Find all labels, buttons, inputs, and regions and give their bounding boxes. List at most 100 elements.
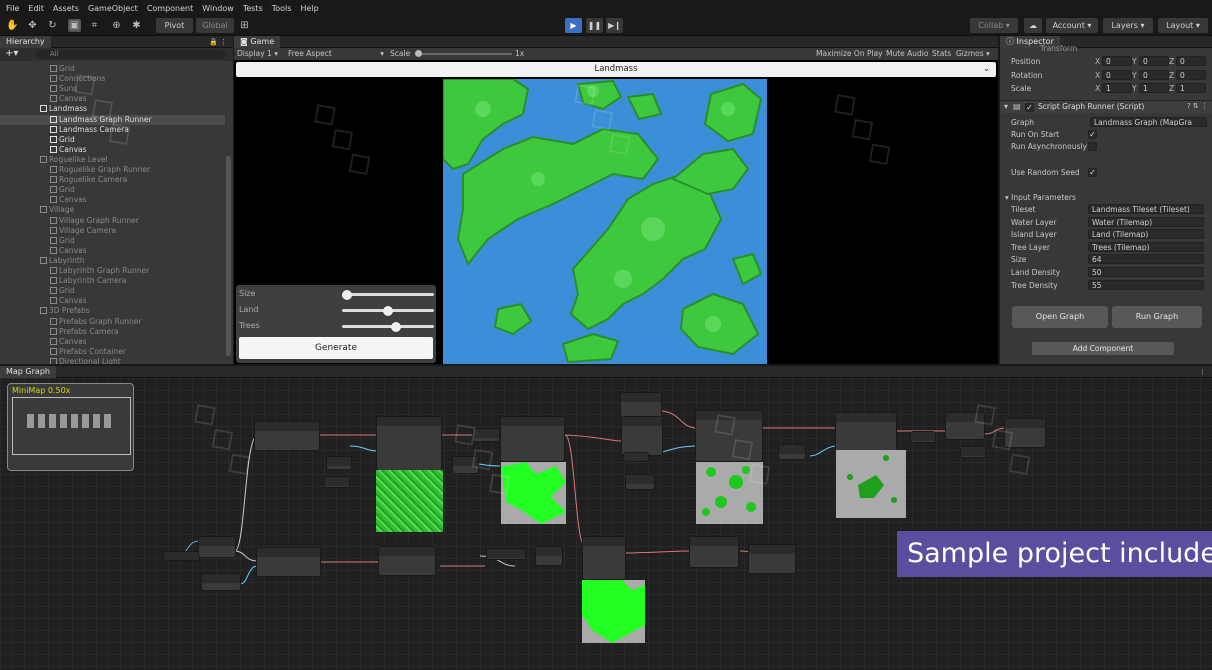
stats-toggle[interactable]: Stats — [932, 48, 951, 60]
add-component-button[interactable]: Add Component — [1032, 342, 1174, 355]
menu-file[interactable]: File — [6, 4, 19, 13]
param-field[interactable]: 64 — [1088, 254, 1204, 265]
graph-node[interactable] — [960, 446, 986, 458]
component-enabled-checkbox[interactable]: ✓ — [1025, 103, 1034, 112]
map-graph-panel[interactable]: Map Graph ⋮ MiniMap 0.50x Sample project… — [0, 366, 1212, 670]
param-field[interactable]: Land (Tilemap) — [1088, 229, 1204, 240]
custom-tool-icon[interactable]: ✱ — [130, 19, 143, 32]
pause-button[interactable]: ❚❚ — [586, 18, 603, 33]
hierarchy-item[interactable]: Roguelike Camera — [0, 175, 225, 185]
grid-snap-icon[interactable]: ⊞ — [238, 19, 251, 32]
slider-track[interactable] — [342, 289, 434, 300]
hierarchy-item[interactable]: Grid — [0, 286, 225, 296]
hierarchy-item[interactable]: Canvas — [0, 337, 225, 347]
hierarchy-item[interactable]: Roguelike Graph Runner — [0, 165, 225, 175]
tab-game[interactable]: ◙ Game — [234, 36, 281, 48]
graph-node[interactable] — [163, 551, 200, 561]
menu-assets[interactable]: Assets — [53, 4, 79, 13]
param-field[interactable]: 50 — [1088, 267, 1204, 277]
scale-z-field[interactable]: 1 — [1176, 83, 1206, 93]
hierarchy-item[interactable]: Suns — [0, 84, 225, 94]
rotation-x-field[interactable]: 0 — [1102, 69, 1132, 80]
hierarchy-item[interactable]: Grid — [0, 135, 225, 145]
graph-node[interactable] — [486, 548, 526, 560]
graph-field[interactable]: Landmass Graph (MapGra — [1090, 117, 1207, 127]
hierarchy-item[interactable]: Grid — [0, 236, 225, 246]
param-field[interactable]: Water (Tilemap) — [1088, 216, 1204, 227]
graph-node[interactable] — [254, 421, 320, 451]
hierarchy-item[interactable]: Prefabs Graph Runner — [0, 317, 225, 327]
add-icon[interactable]: +▾ — [5, 48, 18, 59]
scale-slider-thumb[interactable] — [415, 50, 422, 57]
graph-node[interactable] — [324, 476, 350, 488]
position-x-field[interactable]: 0 — [1102, 56, 1132, 66]
hierarchy-item[interactable]: Landmass — [0, 104, 225, 114]
use-random-seed-checkbox[interactable]: ✓ — [1088, 168, 1097, 177]
landmass-dropdown[interactable]: Landmass ⌄ — [236, 62, 996, 77]
hierarchy-item[interactable]: Labyrinth Camera — [0, 276, 225, 286]
graph-node[interactable] — [689, 536, 739, 568]
graph-node[interactable] — [748, 544, 796, 574]
graph-node[interactable] — [695, 410, 763, 462]
collab-dropdown[interactable]: Collab ▾ — [970, 18, 1018, 33]
run-graph-button[interactable]: Run Graph — [1112, 306, 1202, 328]
component-header[interactable]: ▾ ▤ ✓ Script Graph Runner (Script) ? ⇅ ⋮ — [1000, 100, 1212, 113]
graph-node[interactable] — [945, 412, 985, 440]
hierarchy-scrollbar[interactable] — [226, 156, 231, 356]
hierarchy-item[interactable]: Village Camera — [0, 226, 225, 236]
layers-dropdown[interactable]: Layers ▾ — [1103, 18, 1153, 33]
component-menu-icon[interactable]: ? ⇅ ⋮ — [1187, 102, 1208, 110]
scale-tool-icon[interactable]: ▣ — [68, 19, 81, 32]
position-y-field[interactable]: 0 — [1139, 56, 1169, 66]
cloud-icon[interactable]: ☁ — [1024, 18, 1042, 33]
rotation-z-field[interactable]: 0 — [1176, 69, 1206, 80]
step-button[interactable]: ▶❙ — [606, 18, 623, 33]
menu-component[interactable]: Component — [147, 4, 193, 13]
generate-button[interactable]: Generate — [239, 337, 433, 359]
hierarchy-item[interactable]: Canvas — [0, 296, 225, 306]
menu-gameobject[interactable]: GameObject — [88, 4, 138, 13]
rect-tool-icon[interactable]: ⌗ — [88, 19, 101, 32]
pivot-toggle[interactable]: Pivot — [156, 18, 193, 33]
menu-edit[interactable]: Edit — [28, 4, 44, 13]
graph-node[interactable] — [620, 392, 662, 418]
hierarchy-item[interactable]: Landmass Graph Runner — [0, 114, 225, 125]
slider-track[interactable] — [342, 305, 434, 316]
hierarchy-item[interactable]: Grid — [0, 64, 225, 74]
rotation-y-field[interactable]: 0 — [1139, 69, 1169, 80]
menu-window[interactable]: Window — [202, 4, 234, 13]
slider-thumb[interactable] — [383, 305, 393, 316]
hierarchy-item[interactable]: Grid — [0, 185, 225, 195]
slider-track[interactable] — [342, 321, 434, 332]
move-tool-icon[interactable]: ✥ — [26, 19, 39, 32]
account-dropdown[interactable]: Account ▾ — [1046, 18, 1098, 33]
hierarchy-item[interactable]: Connections — [0, 74, 225, 84]
hand-tool-icon[interactable]: ✋ — [6, 19, 19, 32]
graph-node[interactable] — [452, 456, 479, 474]
open-graph-button[interactable]: Open Graph — [1012, 306, 1108, 328]
slider-thumb[interactable] — [342, 289, 352, 300]
run-on-start-checkbox[interactable]: ✓ — [1088, 130, 1097, 139]
graph-node[interactable] — [778, 444, 806, 460]
tab-hierarchy[interactable]: Hierarchy — [0, 36, 51, 48]
scale-slider[interactable] — [415, 50, 512, 57]
scale-y-field[interactable]: 1 — [1139, 83, 1169, 93]
global-toggle[interactable]: Global — [196, 18, 234, 33]
graph-node[interactable] — [198, 536, 236, 558]
hierarchy-item[interactable]: Canvas — [0, 195, 225, 205]
gizmos-dropdown[interactable]: Gizmos ▾ — [956, 48, 990, 60]
scale-x-field[interactable]: 1 — [1102, 83, 1132, 93]
display-dropdown[interactable]: Display 1 ▾ — [237, 48, 278, 60]
hierarchy-item[interactable]: Canvas — [0, 246, 225, 256]
menu-help[interactable]: Help — [300, 4, 318, 13]
hierarchy-item[interactable]: Canvas — [0, 94, 225, 104]
hierarchy-item[interactable]: Canvas — [0, 145, 225, 155]
graph-node[interactable] — [625, 474, 655, 490]
graph-node[interactable] — [835, 412, 897, 452]
param-field[interactable]: Landmass Tileset (Tileset) — [1088, 204, 1204, 214]
run-async-checkbox[interactable] — [1088, 142, 1097, 151]
maximize-on-play[interactable]: Maximize On Play — [816, 48, 883, 60]
menu-tests[interactable]: Tests — [243, 4, 263, 13]
lock-icon[interactable]: 🔒 ⋮ — [209, 38, 227, 46]
rotate-tool-icon[interactable]: ↻ — [46, 19, 59, 32]
